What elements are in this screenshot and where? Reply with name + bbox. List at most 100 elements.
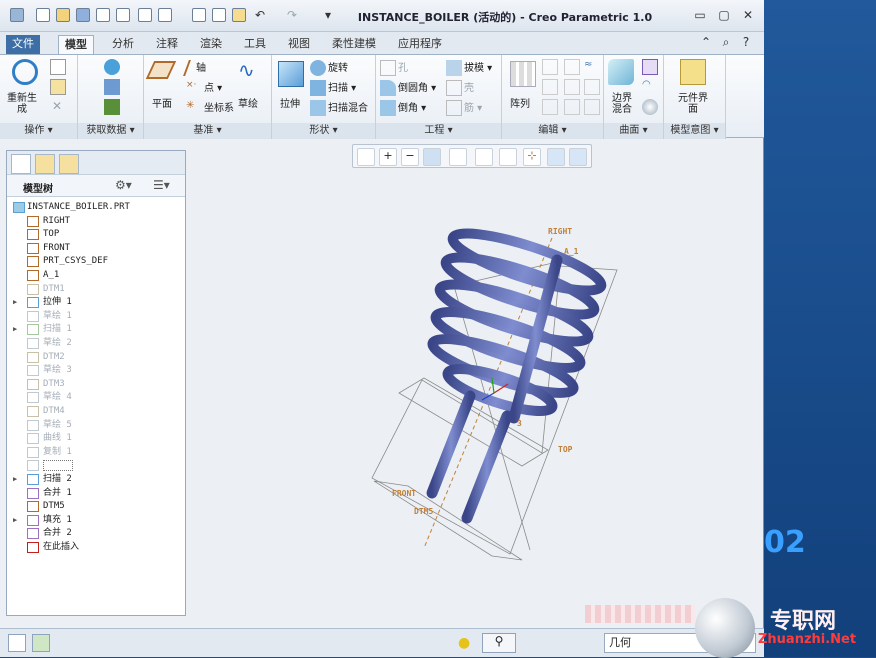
window-switch-icon[interactable] (158, 8, 172, 22)
tree-item[interactable]: FRONT (7, 242, 183, 255)
sketch-button[interactable]: 草绘 (238, 95, 258, 110)
group-label-datum[interactable]: 基准 ▾ (144, 123, 271, 139)
folder-browser-tab-icon[interactable] (35, 154, 55, 174)
tab-applications[interactable]: 应用程序 (392, 35, 448, 54)
window-icon[interactable] (116, 8, 130, 22)
help-icon[interactable]: ? (738, 34, 754, 50)
tree-settings-icon[interactable]: ⚙▾ (115, 178, 132, 192)
zoom-out-icon[interactable]: − (401, 148, 419, 166)
saved-orientations-icon[interactable] (475, 148, 493, 166)
tree-item[interactable]: 草绘 1 (7, 310, 183, 323)
offset-icon[interactable] (564, 99, 580, 115)
view-manager-icon[interactable] (499, 148, 517, 166)
tree-item[interactable]: 曲线 1 (7, 432, 183, 445)
thicken-icon[interactable] (584, 79, 600, 95)
merge-icon[interactable] (564, 59, 580, 75)
group-label-engineering[interactable]: 工程 ▾ (376, 123, 501, 139)
mirror-icon[interactable] (542, 59, 558, 75)
tree-item[interactable]: DTM4 (7, 405, 183, 418)
minimize-icon[interactable]: ▭ (692, 7, 708, 23)
tree-item[interactable]: ▶ 填充 1 (7, 514, 183, 527)
tree-item[interactable]: DTM3 (7, 378, 183, 391)
close-icon[interactable]: ✕ (740, 7, 756, 23)
tree-item[interactable] (7, 459, 183, 472)
favorites-tab-icon[interactable] (59, 154, 79, 174)
model-viewport[interactable]: RIGHT A_1 TOP FRONT DTM5 3 (192, 168, 760, 624)
annotation-display-icon[interactable] (569, 148, 587, 166)
regenerate-quick-icon[interactable] (96, 8, 110, 22)
customize-quick-access-icon[interactable]: ▾ (320, 7, 336, 23)
style-icon[interactable]: ◠ (642, 79, 658, 95)
csys-button[interactable]: ✳ 坐标系 (186, 99, 234, 116)
group-label-shapes[interactable]: 形状 ▾ (272, 123, 375, 139)
navigator-toggle-icon[interactable] (8, 634, 26, 652)
revolve-button[interactable]: 旋转 (310, 59, 348, 76)
tree-item[interactable]: 草绘 5 (7, 419, 183, 432)
group-label-editing[interactable]: 编辑 ▾ (502, 123, 603, 139)
spin-center-icon[interactable] (547, 148, 565, 166)
expand-arrow-icon[interactable]: ▶ (13, 296, 21, 309)
browser-toggle-icon[interactable] (32, 634, 50, 652)
tree-item[interactable]: RIGHT (7, 215, 183, 228)
point-button[interactable]: ×· 点 ▾ (186, 79, 222, 96)
intersect-icon[interactable]: ≈ (584, 59, 600, 75)
tree-item[interactable]: 草绘 3 (7, 364, 183, 377)
expand-arrow-icon[interactable]: ▶ (13, 473, 21, 486)
user-defined-feature-icon[interactable] (104, 59, 120, 75)
chamfer-button[interactable]: 倒角 ▾ (380, 99, 426, 116)
expand-arrow-icon[interactable]: ▶ (13, 514, 21, 527)
tree-item[interactable]: 草绘 4 (7, 391, 183, 404)
new-file-icon[interactable] (36, 8, 50, 22)
project-icon[interactable] (542, 99, 558, 115)
tree-item[interactable]: A_1 (7, 269, 183, 282)
undo-icon[interactable]: ↶ (252, 7, 268, 23)
redo-icon[interactable]: ↷ (284, 7, 300, 23)
delete-icon[interactable]: ✕ (52, 99, 62, 113)
plane-button[interactable]: 平面 (152, 95, 172, 110)
save-icon[interactable] (76, 8, 90, 22)
component-interface-button[interactable]: 元件界面 (678, 93, 708, 115)
regenerate-button[interactable]: 重新生成 (6, 93, 38, 115)
zoom-in-icon[interactable]: + (379, 148, 397, 166)
group-label-model-intent[interactable]: 模型意图 ▾ (664, 123, 725, 139)
pattern-button[interactable]: 阵列 (510, 95, 530, 110)
tab-render[interactable]: 渲染 (194, 35, 228, 54)
tree-item[interactable]: INSTANCE_BOILER.PRT (7, 201, 183, 214)
tree-item[interactable]: ▶ 扫描 1 (7, 323, 183, 336)
group-label-operations[interactable]: 操作 ▾ (0, 123, 77, 139)
tree-item[interactable]: 在此插入 (7, 541, 183, 554)
open-file-icon[interactable] (56, 8, 70, 22)
display-style-icon[interactable] (449, 148, 467, 166)
copy-icon[interactable] (138, 8, 152, 22)
datum-display-filters-icon[interactable]: ⊹ (523, 148, 541, 166)
tab-analysis[interactable]: 分析 (106, 35, 140, 54)
hole-button[interactable]: 孔 (380, 59, 408, 76)
paste-icon[interactable] (50, 79, 66, 95)
trim-icon[interactable] (564, 79, 580, 95)
tab-file[interactable]: 文件 (6, 35, 40, 54)
sweep-blend-button[interactable]: 扫描混合 (310, 99, 368, 116)
extend-icon[interactable] (542, 79, 558, 95)
repaint-icon[interactable] (423, 148, 441, 166)
graphics-window[interactable]: RIGHT A_1 TOP FRONT DTM5 3 (192, 168, 760, 624)
group-label-get-data[interactable]: 获取数据 ▾ (78, 123, 143, 139)
checklist-icon[interactable] (212, 8, 226, 22)
rib-button[interactable]: 筋 ▾ (446, 99, 482, 116)
copy-icon[interactable] (50, 59, 66, 75)
tree-item[interactable]: 复制 1 (7, 446, 183, 459)
refit-icon[interactable] (357, 148, 375, 166)
tree-item[interactable]: TOP (7, 228, 183, 241)
tree-item[interactable]: 草绘 2 (7, 337, 183, 350)
freestyle-icon[interactable] (642, 99, 658, 115)
shell-button[interactable]: 壳 (446, 79, 474, 96)
draft-button[interactable]: 拔模 ▾ (446, 59, 492, 76)
tree-item[interactable]: PRT_CSYS_DEF (7, 255, 183, 268)
edit-icon[interactable] (192, 8, 206, 22)
group-label-surfaces[interactable]: 曲面 ▾ (604, 123, 663, 139)
merge-inheritance-icon[interactable] (104, 99, 120, 115)
tree-item[interactable]: ▶ 扫描 2 (7, 473, 183, 486)
copy-geometry-icon[interactable] (104, 79, 120, 95)
collapse-ribbon-icon[interactable]: ⌃ (698, 34, 714, 50)
tree-item[interactable]: 合并 1 (7, 487, 183, 500)
boundary-blend-button[interactable]: 边界混合 (608, 93, 636, 115)
